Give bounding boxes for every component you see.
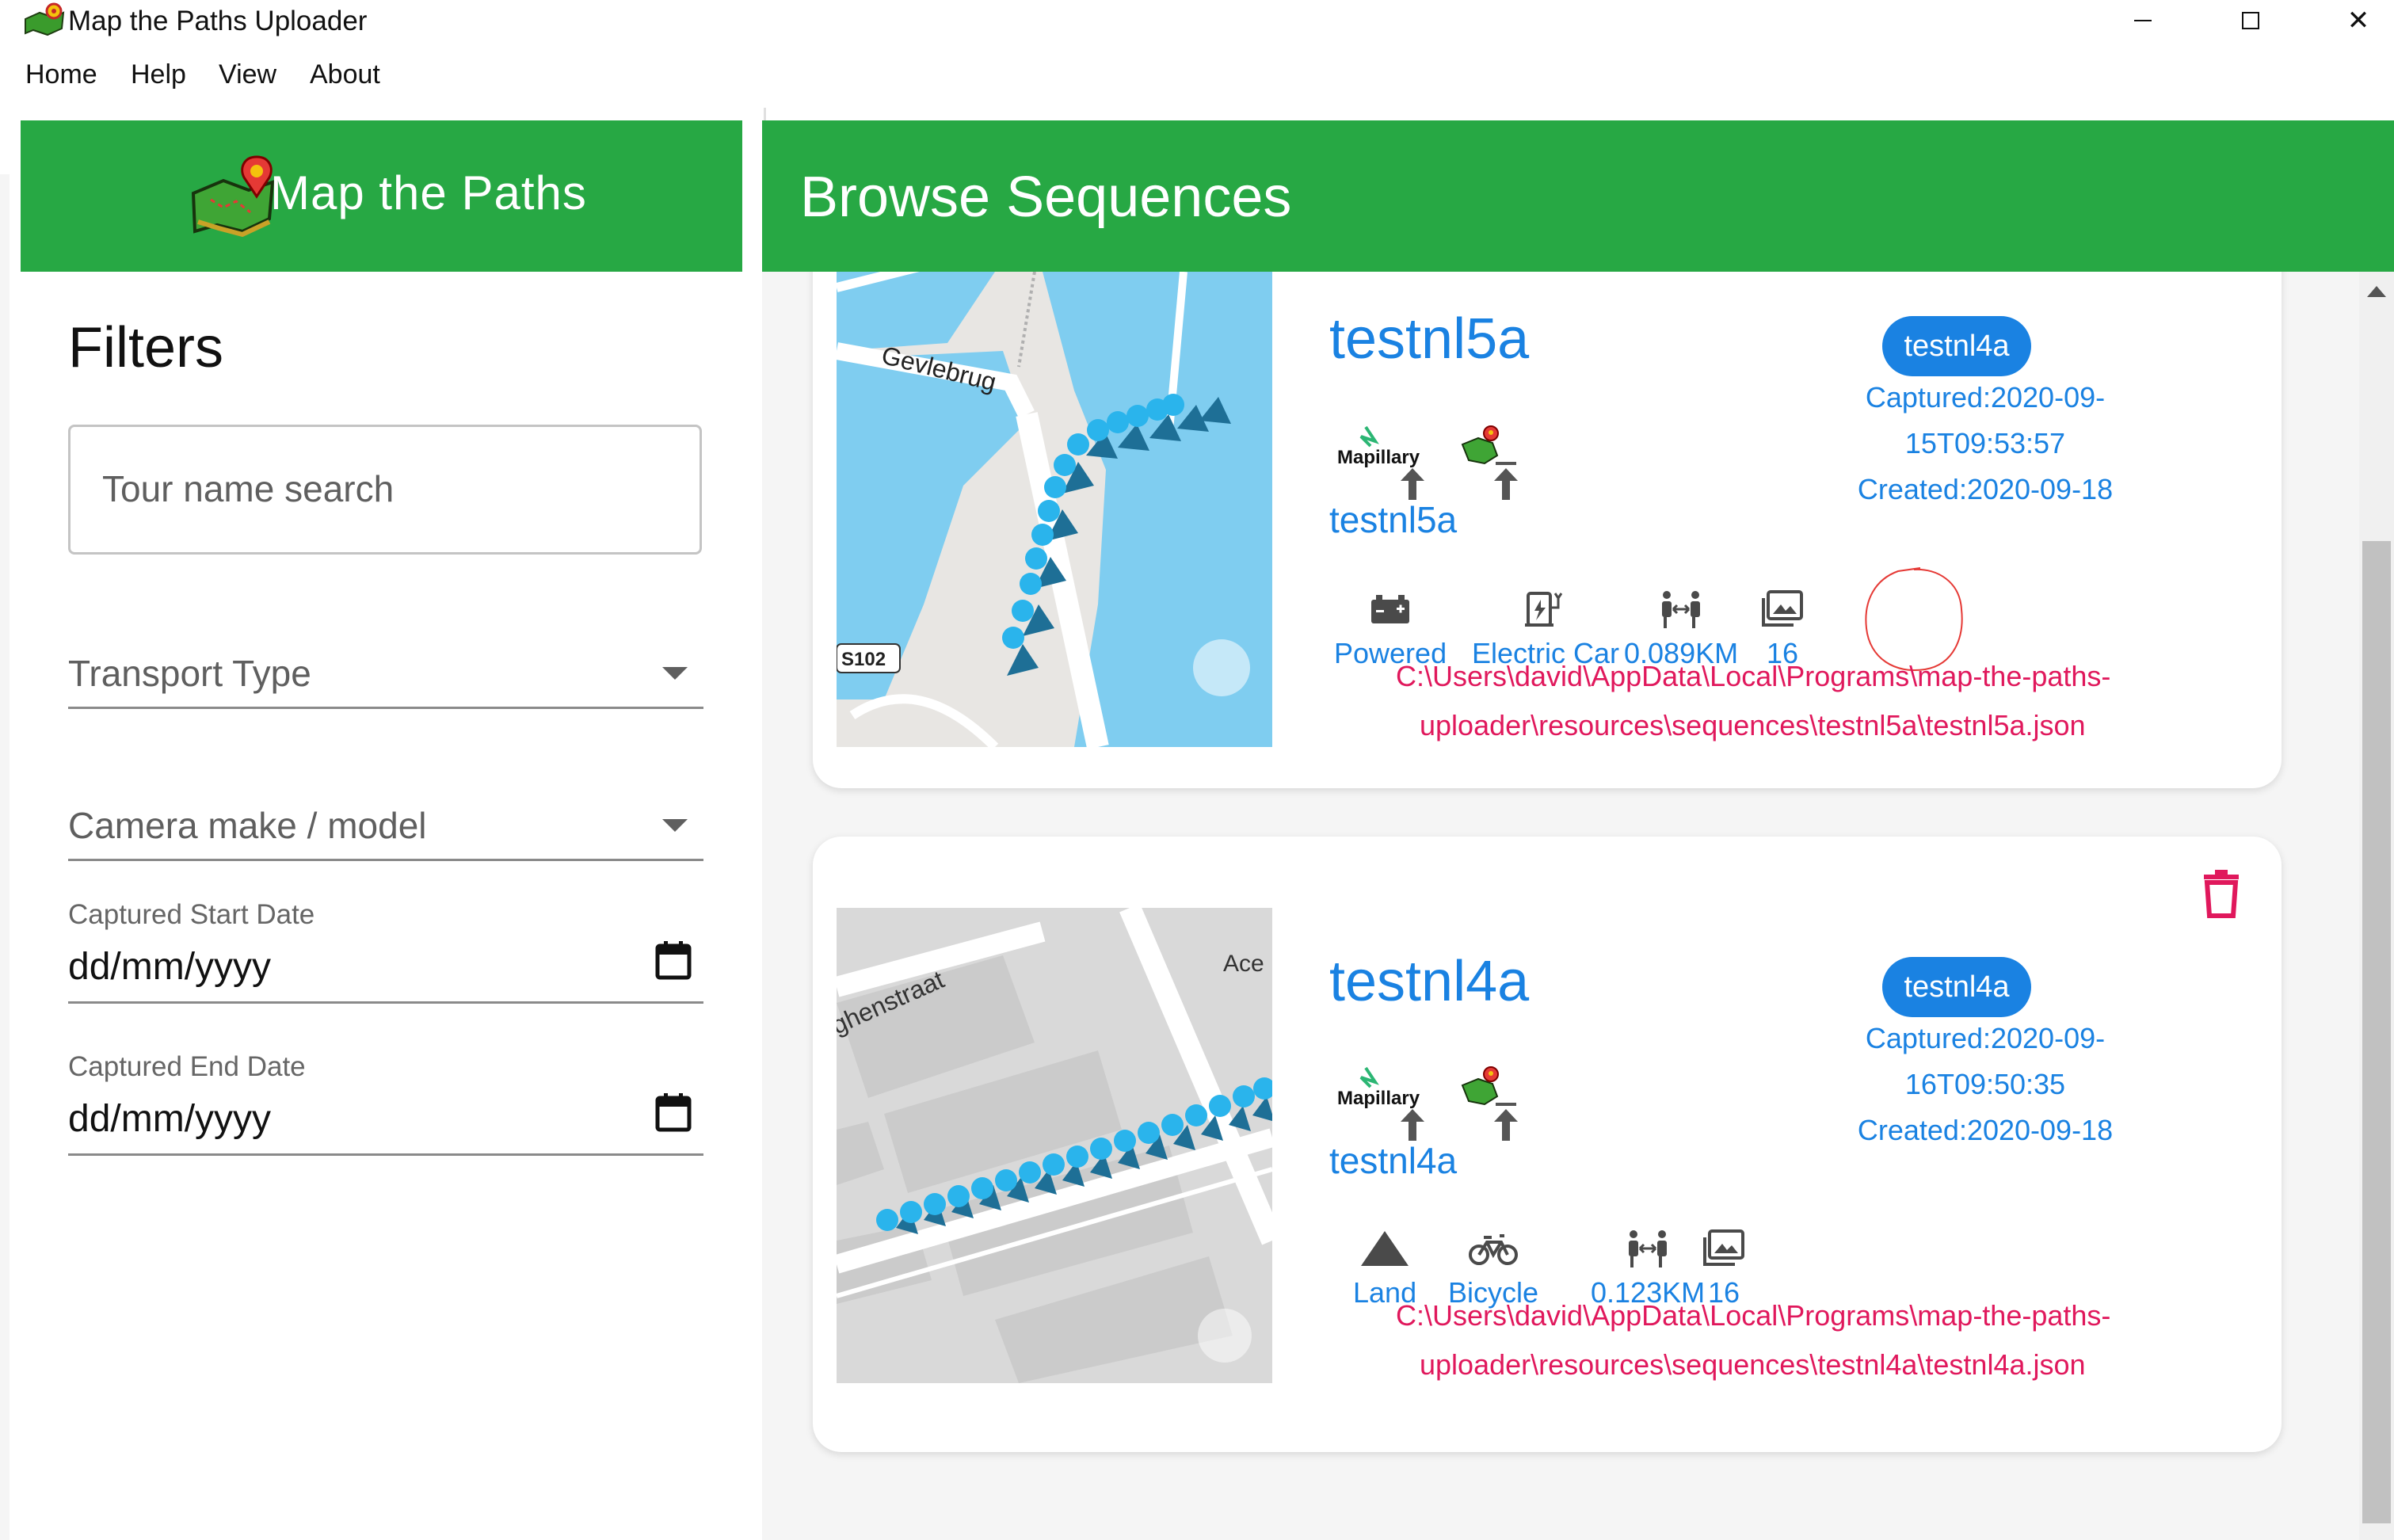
upload-providers: Mapillary bbox=[1337, 1066, 1518, 1141]
sequence-tag[interactable]: testnl4a bbox=[1882, 316, 2031, 376]
captured-start-date-input[interactable]: dd/mm/yyyy bbox=[68, 944, 271, 990]
sequence-file-path: C:\Users\david\AppData\Local\Programs\ma… bbox=[1396, 1299, 2111, 1381]
electric-car-icon bbox=[1525, 592, 1563, 627]
brand-bar: Map the Paths bbox=[21, 120, 742, 272]
transport-type-label: Transport Type bbox=[68, 653, 311, 694]
menu-help[interactable]: Help bbox=[131, 57, 186, 92]
captured-start-date-label: Captured Start Date bbox=[68, 899, 315, 930]
map-the-paths-logo-icon bbox=[1461, 425, 1518, 500]
maximize-button[interactable] bbox=[2196, 0, 2305, 41]
delete-icon[interactable] bbox=[2199, 868, 2243, 919]
sequence-dates: Captured:2020-09- 15T09:53:57 Created:20… bbox=[1851, 375, 2120, 513]
battery-icon bbox=[1371, 595, 1410, 623]
sequence-title[interactable]: testnl4a bbox=[1329, 947, 1529, 1016]
brand-name: Map the Paths bbox=[270, 166, 587, 219]
minimize-icon bbox=[2134, 20, 2152, 21]
captured-time: 15T09:53:57 bbox=[1904, 427, 2066, 459]
camera-model-select[interactable]: Camera make / model bbox=[68, 795, 703, 861]
svg-text:Mapillary: Mapillary bbox=[1337, 1088, 1420, 1109]
sequence-file-path: C:\Users\david\AppData\Local\Programs\ma… bbox=[1396, 660, 2111, 741]
map-the-paths-logo-icon bbox=[1461, 1066, 1518, 1141]
photos-icon bbox=[1762, 590, 1803, 627]
distance-icon bbox=[1629, 1230, 1668, 1267]
sequence-card[interactable]: S102 Gevlebrug testnl5a testnl4a Capture… bbox=[813, 272, 2282, 788]
window-title: Map the Paths Uploader bbox=[68, 6, 368, 36]
calendar-icon[interactable] bbox=[654, 940, 692, 981]
sequence-tag[interactable]: testnl4a bbox=[1882, 957, 2031, 1017]
camera-model-label: Camera make / model bbox=[68, 805, 427, 846]
dropdown-arrow-icon bbox=[662, 819, 688, 832]
menu-view[interactable]: View bbox=[219, 57, 276, 92]
calendar-icon[interactable] bbox=[654, 1092, 692, 1133]
captured-time: 16T09:50:35 bbox=[1904, 1068, 2066, 1100]
captured-end-date-label: Captured End Date bbox=[68, 1051, 306, 1082]
svg-text:Mapillary: Mapillary bbox=[1337, 447, 1420, 468]
title-bar: Map the Paths Uploader ✕ bbox=[0, 0, 2394, 43]
sequence-card[interactable]: ghenstraat Ace testnl4a testnl4a Capture… bbox=[813, 837, 2282, 1452]
mapillary-logo-icon: Mapillary bbox=[1337, 1066, 1424, 1141]
sequence-map-thumbnail[interactable]: S102 Gevlebrug bbox=[837, 272, 1272, 747]
main-header: Browse Sequences bbox=[762, 120, 2394, 272]
sequence-dates: Captured:2020-09- 16T09:50:35 Created:20… bbox=[1851, 1016, 2120, 1153]
page-title: Browse Sequences bbox=[800, 166, 1292, 229]
captured-end-date-field[interactable]: Captured End Date dd/mm/yyyy bbox=[68, 1050, 703, 1156]
mapillary-logo-icon: Mapillary bbox=[1337, 425, 1424, 500]
mountain-icon bbox=[1361, 1231, 1409, 1266]
photos-icon bbox=[1703, 1229, 1744, 1266]
upload-providers: Mapillary bbox=[1337, 425, 1518, 500]
captured-date: Captured:2020-09- bbox=[1865, 1022, 2106, 1054]
filters-heading: Filters bbox=[68, 316, 223, 379]
background-window-edge bbox=[0, 174, 10, 1540]
scrollbar-thumb[interactable] bbox=[2362, 541, 2391, 1523]
menu-about[interactable]: About bbox=[310, 57, 380, 92]
map-the-paths-logo-icon bbox=[191, 155, 275, 238]
sequence-list[interactable]: S102 Gevlebrug testnl5a testnl4a Capture… bbox=[762, 272, 2359, 1540]
map-corner-label: Ace bbox=[1223, 951, 1264, 977]
map-road-badge: S102 bbox=[841, 649, 886, 670]
captured-end-date-input[interactable]: dd/mm/yyyy bbox=[68, 1096, 271, 1142]
mapillary-sequence-name[interactable]: testnl4a bbox=[1329, 1138, 1457, 1183]
scroll-up-arrow-icon[interactable] bbox=[2367, 286, 2386, 297]
bicycle-icon bbox=[1469, 1234, 1519, 1265]
vertical-scrollbar[interactable] bbox=[2359, 272, 2394, 1540]
dropdown-arrow-icon bbox=[662, 667, 688, 680]
maximize-icon bbox=[2242, 12, 2259, 29]
menu-home[interactable]: Home bbox=[25, 57, 97, 92]
mapillary-sequence-name[interactable]: testnl5a bbox=[1329, 497, 1457, 542]
created-date: Created:2020-09-18 bbox=[1857, 1114, 2114, 1146]
close-icon: ✕ bbox=[2346, 6, 2370, 36]
app-logo-icon bbox=[25, 2, 65, 36]
minimize-button[interactable] bbox=[2088, 0, 2198, 41]
sequence-map-thumbnail[interactable]: ghenstraat Ace bbox=[837, 908, 1272, 1383]
close-button[interactable]: ✕ bbox=[2304, 0, 2394, 41]
tour-name-search-field[interactable] bbox=[68, 425, 702, 555]
tour-name-search-input[interactable] bbox=[101, 467, 674, 511]
captured-start-date-field[interactable]: Captured Start Date dd/mm/yyyy bbox=[68, 898, 703, 1004]
created-date: Created:2020-09-18 bbox=[1857, 473, 2114, 505]
distance-icon bbox=[1662, 591, 1701, 628]
transport-type-select[interactable]: Transport Type bbox=[68, 643, 703, 709]
sequence-title[interactable]: testnl5a bbox=[1329, 305, 1529, 373]
captured-date: Captured:2020-09- bbox=[1865, 381, 2106, 414]
